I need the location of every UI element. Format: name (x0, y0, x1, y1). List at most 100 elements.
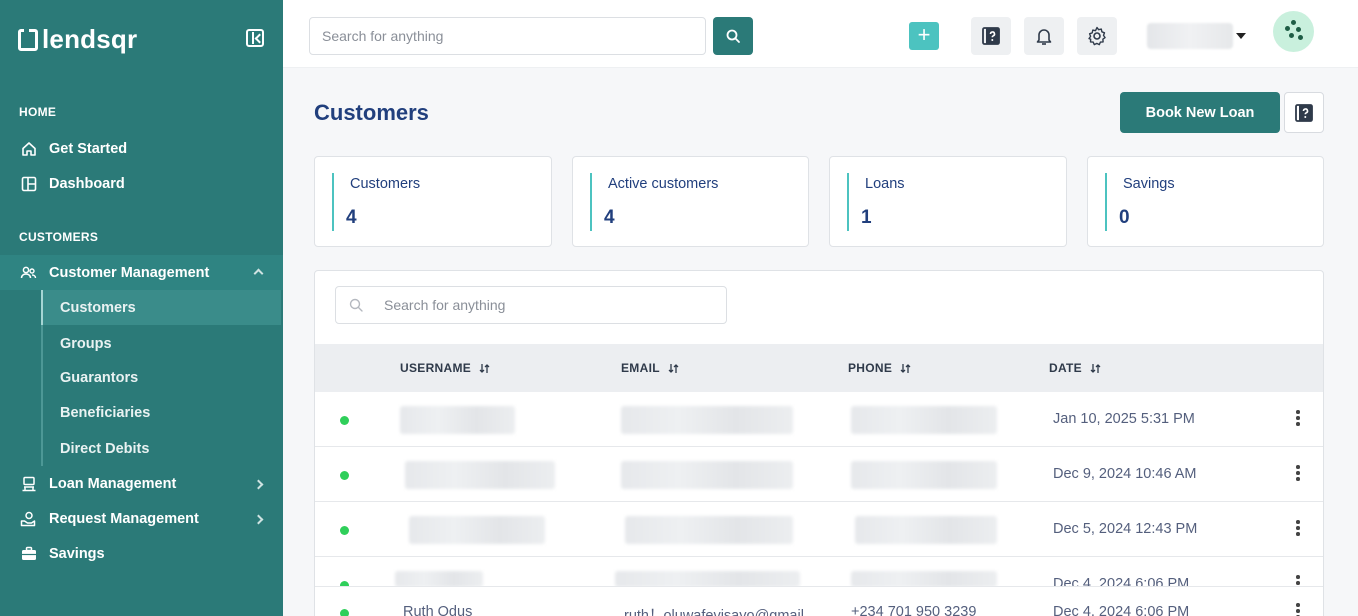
stat-accent-bar (847, 173, 849, 231)
search-button[interactable] (713, 17, 753, 55)
help-button[interactable] (971, 17, 1011, 55)
global-search-input[interactable] (309, 17, 706, 55)
sort-icon (668, 363, 679, 373)
row-actions-kebab-icon[interactable] (1296, 575, 1300, 586)
table-search-input[interactable] (376, 287, 716, 323)
stat-card-customers: Customers 4 (314, 156, 552, 247)
row-actions-kebab-icon[interactable] (1296, 410, 1300, 428)
sort-icon (479, 363, 490, 373)
collapse-sidebar-icon[interactable] (246, 29, 264, 47)
row-actions-kebab-icon[interactable] (1296, 520, 1300, 538)
sidebar-item-customer-management[interactable]: Customer Management (0, 255, 283, 290)
column-header-date[interactable]: DATE (1049, 361, 1101, 375)
sidebar-subitem-customers[interactable]: Customers (41, 290, 281, 325)
stat-label: Customers (350, 176, 421, 192)
stat-label: Loans (865, 176, 905, 192)
notifications-button[interactable] (1024, 17, 1064, 55)
settings-button[interactable] (1077, 17, 1117, 55)
email-redacted (621, 461, 793, 489)
sidebar-subitem-groups[interactable]: Groups (43, 326, 283, 361)
users-icon (20, 264, 37, 281)
dashboard-icon (20, 175, 37, 192)
logo-icon (18, 28, 38, 51)
page-help-button[interactable] (1284, 92, 1324, 133)
phone-cell: +234 701 950 3239 (851, 604, 977, 616)
row-actions-kebab-icon[interactable] (1296, 603, 1300, 616)
sidebar-subitem-label: Guarantors (60, 369, 139, 386)
column-header-label: EMAIL (621, 361, 660, 375)
sidebar-subitem-direct-debits[interactable]: Direct Debits (43, 431, 283, 466)
phone-redacted (855, 516, 997, 544)
date-cell: Jan 10, 2025 5:31 PM (1053, 411, 1195, 427)
stat-accent-bar (1105, 173, 1107, 231)
sidebar-subitem-label: Direct Debits (60, 440, 150, 457)
logo-text: lendsqr (42, 24, 138, 54)
email-redacted (615, 571, 800, 586)
column-header-label: DATE (1049, 361, 1082, 375)
sidebar-item-loan-management[interactable]: Loan Management (0, 466, 283, 501)
sidebar-item-request-management[interactable]: Request Management (0, 501, 283, 536)
phone-redacted (851, 406, 997, 434)
date-cell: Dec 4, 2024 6:06 PM (1053, 576, 1190, 587)
caret-down-icon[interactable] (1236, 33, 1246, 39)
table-row[interactable]: Jan 10, 2025 5:31 PM (315, 392, 1323, 447)
sidebar-item-label: Request Management (49, 510, 199, 527)
avatar[interactable] (1273, 11, 1314, 52)
briefcase-icon (20, 545, 37, 562)
sidebar-subitem-label: Groups (60, 335, 112, 352)
stat-card-loans: Loans 1 (829, 156, 1067, 247)
username-redacted (409, 516, 545, 544)
stat-value: 4 (604, 207, 615, 228)
stat-label: Savings (1123, 176, 1175, 192)
email-redacted (621, 406, 793, 434)
sidebar-item-dashboard[interactable]: Dashboard (0, 166, 283, 201)
page-title: Customers (314, 100, 429, 125)
table-row[interactable]: Dec 4, 2024 6:06 PM (315, 557, 1323, 587)
stat-card-active-customers: Active customers 4 (572, 156, 809, 247)
section-customers: CUSTOMERS (19, 230, 99, 244)
column-header-username[interactable]: USERNAME (400, 361, 490, 375)
sidebar-item-label: Savings (49, 545, 105, 562)
stat-accent-bar (590, 173, 592, 231)
sidebar-item-label: Loan Management (49, 475, 177, 492)
chevron-up-icon (253, 268, 264, 279)
request-icon (20, 510, 37, 527)
sidebar-item-label: Dashboard (49, 175, 125, 192)
search-icon (349, 298, 363, 312)
table-row[interactable]: Ruth Odus ruth！oluwafevisayo@gmail.c +23… (315, 587, 1323, 616)
phone-redacted (851, 571, 997, 586)
help-book-icon (1295, 103, 1313, 122)
sidebar-subitem-beneficiaries[interactable]: Beneficiaries (43, 395, 283, 430)
email-cell: ruth！oluwafevisayo@gmail.c (624, 608, 804, 616)
sidebar-item-get-started[interactable]: Get Started (0, 131, 283, 166)
stat-accent-bar (332, 173, 334, 231)
table-search (335, 286, 727, 324)
sidebar-item-savings[interactable]: Savings (0, 536, 283, 571)
add-button[interactable]: + (909, 22, 939, 50)
status-active-dot (340, 471, 349, 480)
sidebar-subitem-label: Beneficiaries (60, 404, 151, 421)
column-header-email[interactable]: EMAIL (621, 361, 679, 375)
book-new-loan-button[interactable]: Book New Loan (1120, 92, 1280, 133)
sidebar-subitem-label: Customers (60, 299, 136, 316)
table-row[interactable]: Dec 9, 2024 10:46 AM (315, 447, 1323, 502)
help-book-icon (982, 27, 1000, 45)
sort-icon (900, 363, 911, 373)
sidebar-subitem-guarantors[interactable]: Guarantors (43, 360, 283, 395)
customers-table: USERNAME EMAIL PHONE DATE Jan 10, 2025 5… (314, 270, 1324, 616)
row-actions-kebab-icon[interactable] (1296, 465, 1300, 483)
home-icon (20, 140, 37, 157)
user-name-redacted[interactable] (1147, 23, 1233, 49)
column-header-label: PHONE (848, 361, 893, 375)
topbar: + (283, 0, 1358, 68)
app-logo[interactable]: lendsqr (18, 24, 137, 55)
stat-card-savings: Savings 0 (1087, 156, 1324, 247)
sidebar-item-label: Get Started (49, 140, 128, 157)
table-header: USERNAME EMAIL PHONE DATE (315, 344, 1323, 392)
status-active-dot (340, 609, 349, 616)
stat-value: 1 (861, 207, 872, 228)
status-active-dot (340, 416, 349, 425)
stat-label: Active customers (608, 176, 719, 192)
table-row[interactable]: Dec 5, 2024 12:43 PM (315, 502, 1323, 557)
column-header-phone[interactable]: PHONE (848, 361, 911, 375)
